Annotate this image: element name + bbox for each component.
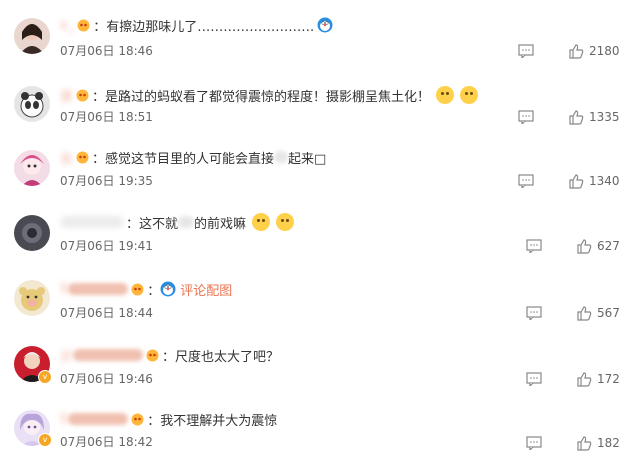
comment-text: 尺度也太大了吧？ [175, 349, 280, 365]
timestamp: 07月06日 19:35 [60, 174, 153, 188]
timestamp: 07月06日 19:41 [60, 239, 153, 253]
comment-item: 茶 ： 是路过的蚂蚁看了都觉得震惊的程度！摄影棚呈焦土化！ 07月06日 18:… [0, 82, 640, 142]
timestamp: 07月06日 18:42 [60, 435, 153, 449]
verified-badge-icon: v [38, 370, 52, 384]
doge-emoji-icon [460, 86, 479, 104]
doraemon-icon [160, 281, 176, 297]
username[interactable]: S [60, 282, 68, 297]
avatar[interactable] [14, 150, 50, 186]
comment-item: x_ ： 有擦边那味儿了……………………… 07月06日 18:46 2180 [0, 14, 640, 74]
like-count: 2180 [589, 44, 620, 58]
timestamp: 07月06日 18:44 [60, 306, 153, 320]
comment-text: 有擦边那味儿了……………………… [106, 19, 315, 35]
thumb-up-icon [569, 43, 584, 59]
reply-icon[interactable] [526, 372, 542, 386]
shocked-emoji-icon [252, 213, 271, 231]
like-count: 1340 [589, 174, 620, 188]
thumb-up-icon [569, 109, 584, 125]
username[interactable]: x_ [60, 18, 74, 33]
like-button[interactable]: 1335 [569, 109, 620, 125]
reply-icon[interactable] [518, 174, 534, 188]
like-count: 172 [597, 372, 620, 386]
reply-icon[interactable] [526, 436, 542, 450]
username[interactable]: 女 [60, 148, 73, 167]
like-count: 567 [597, 306, 620, 320]
comment-text-continued: 起来□ [288, 151, 327, 167]
comment-item: ： 这不就 的前戏嘛 07月06日 19:41 627 [0, 211, 640, 271]
like-count: 182 [597, 436, 620, 450]
avatar[interactable] [14, 280, 50, 316]
comment-text: 我不理解并大为震惊 [160, 413, 278, 429]
doge-emoji-icon [436, 86, 455, 104]
timestamp: 07月06日 19:46 [60, 372, 153, 386]
like-button[interactable]: 182 [577, 435, 620, 451]
comment-item: v 沂 ： 尺度也太大了吧？ 07月06日 19:46 172 [0, 342, 640, 402]
verified-badge-icon: v [38, 433, 52, 447]
comment-text: 感觉这节目里的人可能会直接 [105, 151, 275, 167]
comment-text: 这不就 [139, 216, 179, 232]
username[interactable]: S [60, 412, 68, 427]
like-count: 1335 [589, 110, 620, 124]
doraemon-icon [317, 17, 333, 33]
fan-badge-icon [77, 19, 90, 31]
reply-icon[interactable] [526, 306, 542, 320]
like-button[interactable]: 172 [577, 371, 620, 387]
comment-item: v S ： 我不理解并大为震惊 07月06日 18:42 182 [0, 406, 640, 467]
username[interactable]: 沂 [60, 346, 73, 365]
fan-badge-icon [146, 349, 159, 361]
thumb-up-icon [577, 435, 592, 451]
fan-badge-icon [76, 89, 89, 101]
reply-icon[interactable] [518, 44, 534, 58]
username[interactable] [60, 216, 124, 228]
avatar[interactable] [14, 215, 50, 251]
thumb-up-icon [577, 371, 592, 387]
thumb-up-icon [577, 305, 592, 321]
avatar[interactable] [14, 86, 50, 122]
comment-item: S ： 评论配图 07月06日 18:44 567 [0, 276, 640, 336]
fan-badge-icon [131, 413, 144, 425]
comment-image-link[interactable]: 评论配图 [180, 280, 232, 299]
fan-badge-icon [131, 283, 144, 295]
comment-text-continued: 的前戏嘛 [194, 216, 247, 232]
like-button[interactable]: 2180 [569, 43, 620, 59]
thumb-up-icon [569, 173, 584, 189]
reply-icon[interactable] [518, 110, 534, 124]
like-button[interactable]: 1340 [569, 173, 620, 189]
fan-badge-icon [76, 151, 89, 163]
comment-text: 是路过的蚂蚁看了都觉得震惊的程度！摄影棚呈焦土化！ [105, 89, 431, 105]
like-button[interactable]: 627 [577, 238, 620, 254]
thumb-up-icon [577, 238, 592, 254]
avatar[interactable] [14, 18, 50, 54]
like-count: 627 [597, 239, 620, 253]
reply-icon[interactable] [526, 239, 542, 253]
timestamp: 07月06日 18:46 [60, 44, 153, 58]
shocked-emoji-icon [276, 213, 295, 231]
username[interactable]: 茶 [60, 86, 73, 105]
comment-item: 女 ： 感觉这节目里的人可能会直接 起来□ 07月06日 19:35 1340 [0, 146, 640, 206]
timestamp: 07月06日 18:51 [60, 110, 153, 124]
like-button[interactable]: 567 [577, 305, 620, 321]
